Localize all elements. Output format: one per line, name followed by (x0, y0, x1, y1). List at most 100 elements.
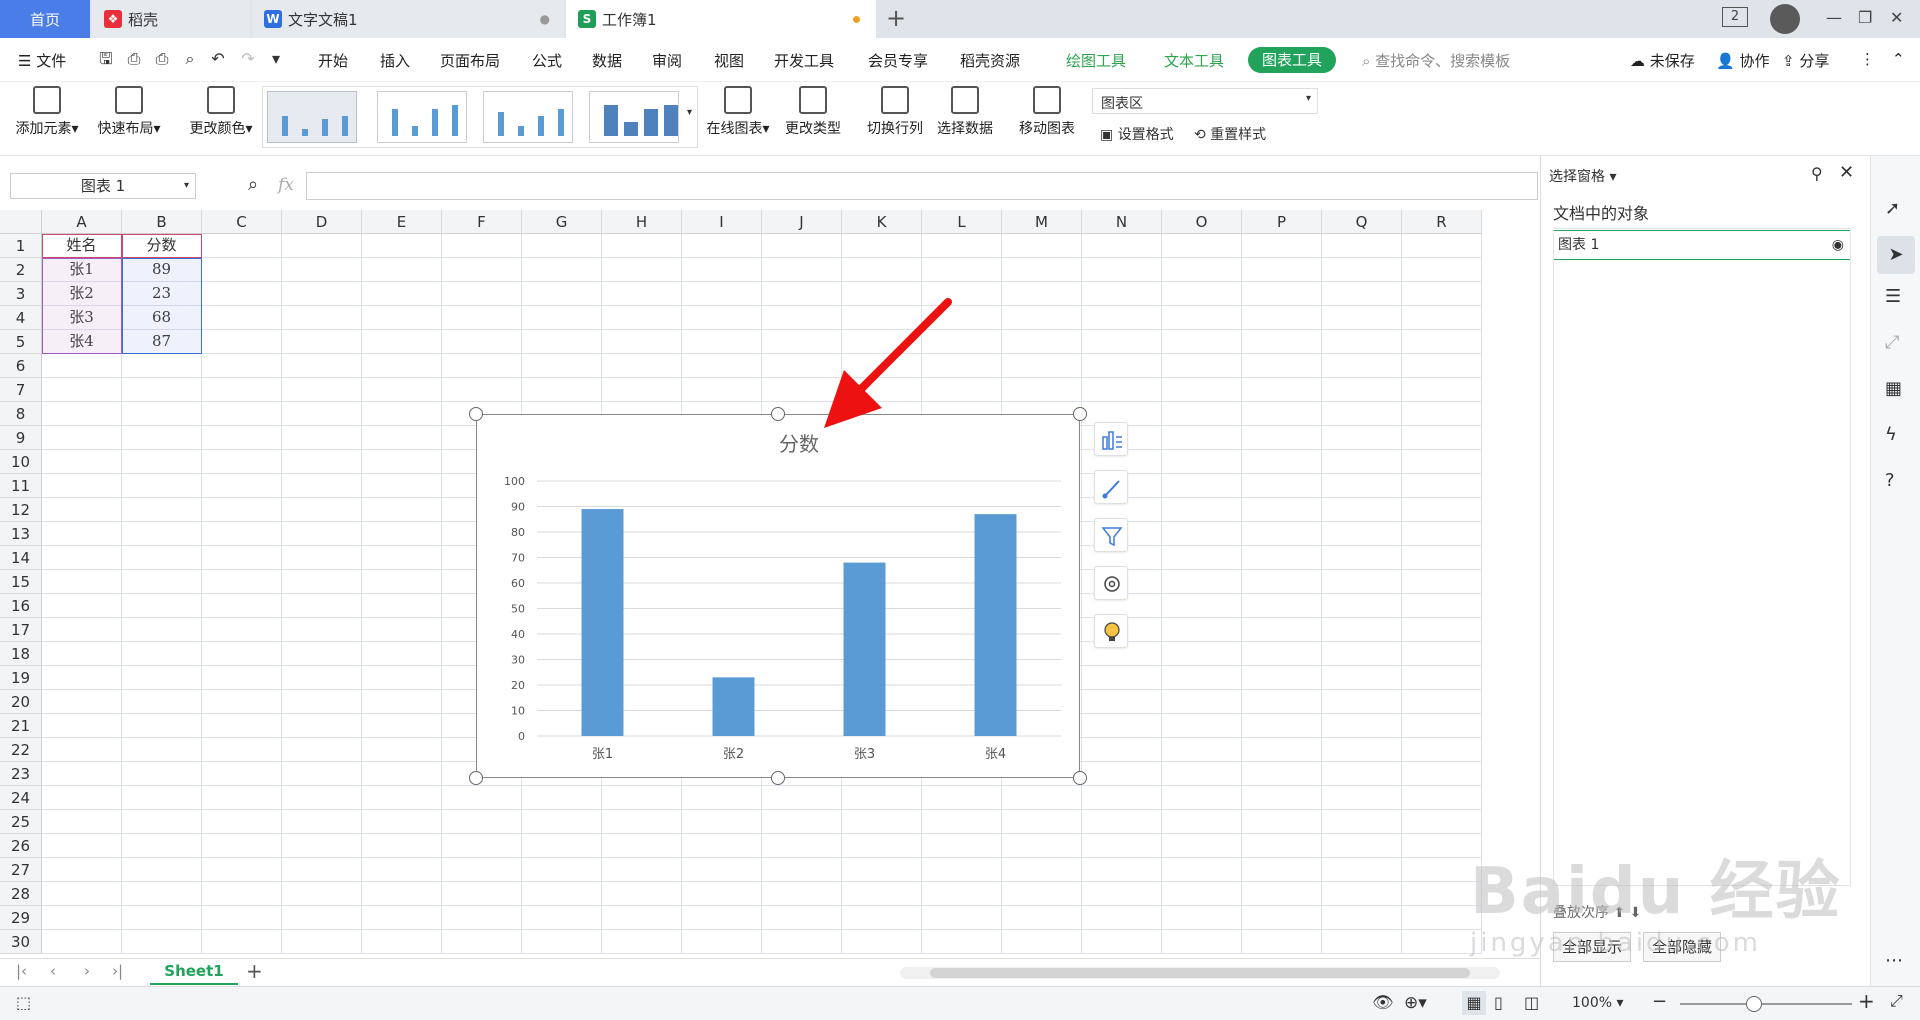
cell[interactable] (362, 402, 442, 426)
cell[interactable] (1322, 498, 1402, 522)
cell[interactable] (122, 666, 202, 690)
avatar[interactable] (1770, 4, 1800, 34)
resize-handle-top-left[interactable] (469, 407, 483, 421)
cell[interactable] (1162, 426, 1242, 450)
cell[interactable] (442, 834, 522, 858)
cell[interactable] (42, 474, 122, 498)
cell[interactable] (42, 858, 122, 882)
cell[interactable] (282, 426, 362, 450)
row-header[interactable]: 22 (0, 738, 42, 762)
cell[interactable] (282, 834, 362, 858)
quick-layout-button[interactable]: 快速布局▾ (94, 86, 164, 138)
cell[interactable] (1082, 354, 1162, 378)
chart-smart-tips-button[interactable] (1094, 614, 1128, 648)
row-header[interactable]: 25 (0, 810, 42, 834)
cell[interactable] (1002, 306, 1082, 330)
cell[interactable] (442, 858, 522, 882)
cell[interactable] (1322, 642, 1402, 666)
cell[interactable] (202, 546, 282, 570)
cell[interactable] (522, 786, 602, 810)
cell[interactable] (282, 474, 362, 498)
cell[interactable] (1242, 378, 1322, 402)
cell[interactable] (1082, 810, 1162, 834)
zoom-slider-thumb[interactable] (1746, 996, 1762, 1012)
cell[interactable] (42, 522, 122, 546)
cell[interactable] (1402, 594, 1482, 618)
menu-text-tools[interactable]: 文本工具 (1164, 50, 1224, 71)
cell[interactable] (602, 882, 682, 906)
cell[interactable] (42, 570, 122, 594)
cell[interactable] (1402, 306, 1482, 330)
cell[interactable] (362, 570, 442, 594)
fx-icon[interactable]: fx (278, 175, 294, 195)
cell[interactable] (282, 810, 362, 834)
cell[interactable] (682, 786, 762, 810)
menu-item[interactable]: 会员专享 (868, 50, 928, 71)
column-header[interactable]: D (282, 210, 362, 234)
cell[interactable] (1002, 906, 1082, 930)
change-type-button[interactable]: 更改类型 (782, 86, 844, 138)
cell[interactable] (282, 594, 362, 618)
cell[interactable] (1002, 354, 1082, 378)
cell[interactable] (1242, 858, 1322, 882)
cell[interactable] (282, 234, 362, 258)
cell[interactable] (202, 234, 282, 258)
cell[interactable] (1322, 690, 1402, 714)
cell[interactable] (922, 234, 1002, 258)
online-chart-button[interactable]: 在线图表▾ (704, 86, 772, 138)
row-header[interactable]: 6 (0, 354, 42, 378)
column-header[interactable]: O (1162, 210, 1242, 234)
cell[interactable] (922, 834, 1002, 858)
cell[interactable] (1162, 306, 1242, 330)
menu-item[interactable]: 稻壳资源 (960, 50, 1020, 71)
cell[interactable] (1402, 450, 1482, 474)
cell[interactable] (1162, 354, 1242, 378)
cell[interactable] (1162, 714, 1242, 738)
cell[interactable] (1242, 786, 1322, 810)
cell[interactable] (1082, 906, 1162, 930)
cell[interactable]: 张3 (42, 306, 122, 330)
resize-handle-top-right[interactable] (1073, 407, 1087, 421)
row-header[interactable]: 3 (0, 282, 42, 306)
cell[interactable] (202, 690, 282, 714)
cell[interactable] (1402, 666, 1482, 690)
sheet-tab-sheet1[interactable]: Sheet1 (150, 959, 238, 985)
cell[interactable] (442, 234, 522, 258)
cell[interactable] (1162, 234, 1242, 258)
cell[interactable] (1322, 858, 1402, 882)
row-header[interactable]: 12 (0, 498, 42, 522)
cell[interactable] (1242, 738, 1322, 762)
close-window-icon[interactable]: ✕ (1890, 8, 1903, 27)
cell[interactable] (1162, 810, 1242, 834)
cell[interactable] (1002, 786, 1082, 810)
cell[interactable] (362, 714, 442, 738)
horizontal-scroll-thumb[interactable] (930, 968, 1470, 978)
cell[interactable] (282, 570, 362, 594)
column-header[interactable]: N (1082, 210, 1162, 234)
cell[interactable] (1082, 834, 1162, 858)
resize-handle-bottom-right[interactable] (1073, 771, 1087, 785)
cell[interactable] (1322, 882, 1402, 906)
cell[interactable] (522, 306, 602, 330)
transform-icon[interactable]: ⤢ (1885, 332, 1899, 353)
cell[interactable] (1082, 258, 1162, 282)
cell[interactable] (1242, 906, 1322, 930)
save-icon[interactable]: 🖫 (96, 49, 116, 69)
row-header[interactable]: 15 (0, 570, 42, 594)
cell[interactable] (842, 234, 922, 258)
chart-bar[interactable] (581, 509, 624, 736)
cell[interactable] (1322, 426, 1402, 450)
cell[interactable] (202, 426, 282, 450)
cell[interactable] (202, 282, 282, 306)
cell[interactable] (682, 834, 762, 858)
cell[interactable] (202, 402, 282, 426)
menu-item[interactable]: 页面布局 (440, 50, 500, 71)
column-header[interactable]: I (682, 210, 762, 234)
cell[interactable] (1402, 762, 1482, 786)
cell[interactable] (602, 282, 682, 306)
help-icon[interactable]: ? (1885, 470, 1895, 491)
macro-record-icon[interactable]: ⬚ (16, 993, 31, 1012)
cell[interactable] (362, 810, 442, 834)
switch-row-col-button[interactable]: 切换行列 (864, 86, 926, 138)
cell[interactable] (1402, 522, 1482, 546)
